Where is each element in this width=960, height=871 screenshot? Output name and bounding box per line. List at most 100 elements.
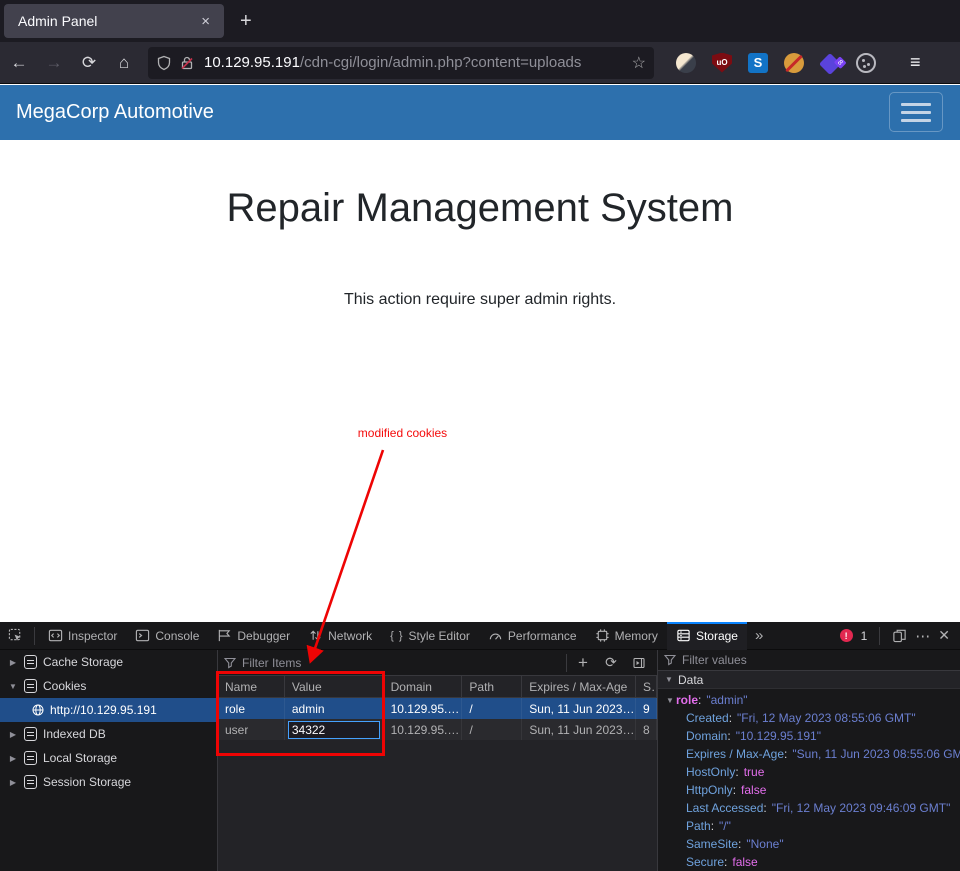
memory-icon (595, 628, 610, 643)
tree-prop-path[interactable]: Path: "/" (664, 817, 960, 835)
data-filter-input[interactable] (682, 653, 954, 667)
storage-sidebar: ▶ Cache Storage ▼ Cookies http://10.129.… (0, 650, 218, 871)
expand-icon[interactable]: ▶ (8, 658, 18, 667)
col-domain[interactable]: Domain (384, 676, 463, 697)
forward-button[interactable]: → (38, 49, 70, 77)
more-tabs-icon[interactable]: » (747, 627, 771, 644)
collapse-icon[interactable]: ▼ (664, 675, 674, 684)
inspector-icon (48, 628, 63, 643)
cookie-row-role[interactable]: role admin 10.129.95.191 / Sun, 11 Jun 2… (218, 698, 657, 719)
hamburger-menu-icon[interactable]: ≡ (910, 52, 921, 73)
wappalyzer-icon[interactable]: 8 (819, 53, 841, 75)
navbar-toggler-button[interactable] (889, 92, 943, 132)
site-navbar: MegaCorp Automotive (0, 85, 960, 140)
col-size[interactable]: Size (636, 676, 657, 697)
sidebar-item-cache-storage[interactable]: ▶ Cache Storage (0, 650, 217, 674)
foxyproxy-icon[interactable] (676, 53, 696, 73)
tab-title: Admin Panel (18, 13, 197, 29)
tree-prop-httponly[interactable]: HttpOnly: false (664, 781, 960, 799)
storage-icon (676, 628, 691, 643)
new-tab-button[interactable]: + (240, 10, 252, 33)
network-icon (308, 628, 323, 643)
devtools-options-icon[interactable]: ⋯ (915, 627, 930, 645)
back-button[interactable]: ← (3, 49, 35, 77)
tab-storage[interactable]: Storage (667, 622, 747, 650)
page-message: This action require super admin rights. (0, 291, 960, 309)
insecure-lock-icon[interactable] (179, 55, 195, 71)
style-editor-icon: { } (390, 630, 403, 642)
toggle-sidebar-button[interactable] (627, 652, 651, 674)
tab-style-editor[interactable]: { } Style Editor (381, 622, 479, 650)
tree-prop-last-accessed[interactable]: Last Accessed: "Fri, 12 May 2023 09:46:0… (664, 799, 960, 817)
storage-type-icon (24, 727, 37, 741)
tree-prop-domain[interactable]: Domain: "10.129.95.191" (664, 727, 960, 745)
tab-inspector[interactable]: Inspector (39, 622, 126, 650)
url-path: /cdn-cgi/login/admin.php?content=uploads (300, 54, 581, 71)
tab-memory[interactable]: Memory (586, 622, 667, 650)
cookies-table-panel: + ⟳ Name Value Domain Path Expires / Max… (218, 650, 658, 871)
ublock-icon[interactable]: uO (712, 53, 732, 73)
shield-icon[interactable] (156, 55, 172, 71)
tree-prop-secure[interactable]: Secure: false (664, 853, 960, 871)
sidebar-item-indexed-db[interactable]: ▶ Indexed DB (0, 722, 217, 746)
bookmark-star-icon[interactable]: ☆ (632, 53, 646, 73)
cookie-value-edit-input[interactable] (288, 721, 380, 739)
cookie-block-icon[interactable] (784, 53, 804, 73)
col-name[interactable]: Name (218, 676, 285, 697)
sidebar-item-session-storage[interactable]: ▶ Session Storage (0, 770, 217, 794)
cookie-filter-input[interactable] (242, 656, 562, 670)
sidebar-item-cookie-host[interactable]: http://10.129.95.191 (0, 698, 217, 722)
cookie-filter-row: + ⟳ (218, 650, 657, 676)
tree-root-role[interactable]: ▼ role: "admin" (664, 691, 960, 709)
tree-prop-samesite[interactable]: SameSite: "None" (664, 835, 960, 853)
tab-performance[interactable]: Performance (479, 622, 586, 650)
data-filter-row (658, 650, 960, 671)
site-brand[interactable]: MegaCorp Automotive (16, 101, 214, 124)
performance-icon (488, 628, 503, 643)
shodan-icon[interactable]: S (748, 53, 768, 73)
filter-icon (224, 657, 236, 669)
home-button[interactable]: ⌂ (108, 49, 140, 77)
globe-icon (32, 704, 44, 716)
expand-icon[interactable]: ▶ (8, 754, 18, 763)
refresh-items-button[interactable]: ⟳ (599, 652, 623, 674)
page-title: Repair Management System (0, 186, 960, 231)
cookie-data-tree: ▼ role: "admin" Created: "Fri, 12 May 20… (658, 689, 960, 871)
url-bar[interactable]: 10.129.95.191/cdn-cgi/login/admin.php?co… (148, 47, 654, 79)
sidebar-item-cookies[interactable]: ▼ Cookies (0, 674, 217, 698)
error-badge-icon[interactable]: ! (840, 629, 853, 642)
tree-prop-hostonly[interactable]: HostOnly: true (664, 763, 960, 781)
tab-debugger[interactable]: Debugger (208, 622, 299, 650)
tree-prop-expires[interactable]: Expires / Max-Age: "Sun, 11 Jun 2023 08:… (664, 745, 960, 763)
sidebar-item-local-storage[interactable]: ▶ Local Storage (0, 746, 217, 770)
debugger-icon (217, 628, 232, 643)
data-section-header[interactable]: ▼ Data (658, 671, 960, 689)
browser-toolbar: ← → ⟳ ⌂ 10.129.95.191/cdn-cgi/login/admi… (0, 42, 960, 84)
browser-tab[interactable]: Admin Panel × (4, 4, 224, 38)
url-text[interactable]: 10.129.95.191/cdn-cgi/login/admin.php?co… (204, 54, 628, 71)
devtools-panel: Inspector Console Debugger Network { } S… (0, 622, 960, 871)
devtools-toolbar: Inspector Console Debugger Network { } S… (0, 622, 960, 650)
add-item-button[interactable]: + (571, 652, 595, 674)
col-expires[interactable]: Expires / Max-Age (522, 676, 636, 697)
expand-icon[interactable]: ▶ (8, 730, 18, 739)
cookie-row-user[interactable]: user 10.129.95.191 / Sun, 11 Jun 2023 08… (218, 719, 657, 740)
storage-type-icon (24, 655, 37, 669)
devtools-close-icon[interactable]: ✕ (938, 627, 950, 644)
filter-icon (664, 654, 676, 666)
col-value[interactable]: Value (285, 676, 384, 697)
console-icon (135, 628, 150, 643)
responsive-mode-icon[interactable] (892, 628, 907, 643)
expand-icon[interactable]: ▶ (8, 778, 18, 787)
tab-console[interactable]: Console (126, 622, 208, 650)
cookie-editor-icon[interactable] (856, 53, 876, 73)
tree-prop-created[interactable]: Created: "Fri, 12 May 2023 08:55:06 GMT" (664, 709, 960, 727)
wappalyzer-badge: 8 (834, 56, 847, 69)
reload-button[interactable]: ⟳ (73, 49, 105, 77)
tab-close-icon[interactable]: × (197, 13, 214, 30)
tab-network[interactable]: Network (299, 622, 381, 650)
node-picker-button[interactable] (0, 628, 30, 643)
collapse-icon[interactable]: ▼ (8, 682, 18, 691)
collapse-icon[interactable]: ▼ (664, 696, 676, 705)
col-path[interactable]: Path (462, 676, 522, 697)
